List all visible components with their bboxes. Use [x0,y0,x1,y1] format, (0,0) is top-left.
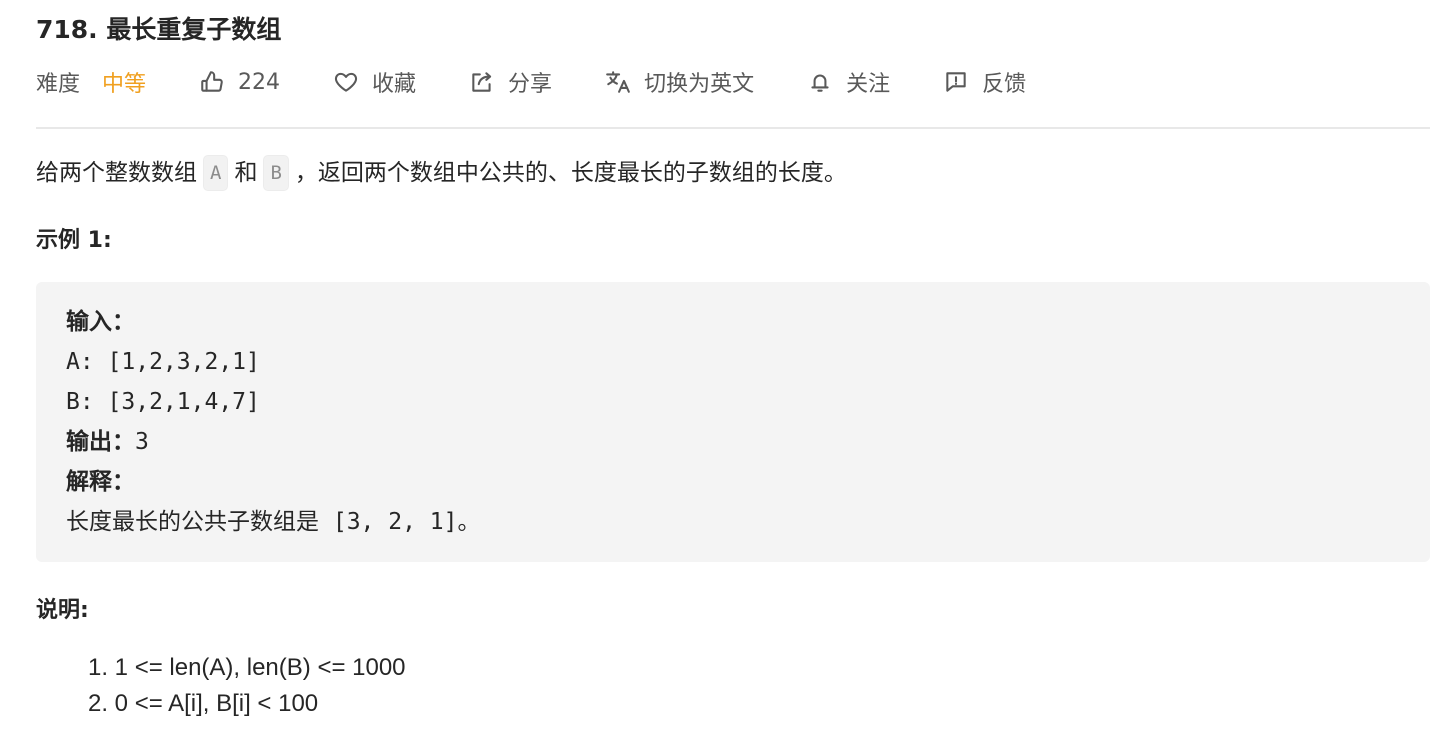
example-line-b: B: [3,2,1,4,7] [66,389,260,415]
feedback-icon [942,68,970,96]
header-divider [36,127,1430,129]
example-explain-text: 长度最长的公共子数组是 [3, 2, 1]。 [66,509,481,535]
difficulty-value: 中等 [102,72,147,97]
notes-heading: 说明: [36,598,89,623]
follow-label: 关注 [846,72,891,97]
inline-code-b: B [263,154,289,191]
problem-title: 718. 最长重复子数组 [36,15,282,44]
description-suffix: ，返回两个数组中公共的、长度最长的子数组的长度。 [294,160,847,186]
example-output-line: 输出：3 [66,422,480,462]
example-output-label: 输出： [66,429,135,455]
share-label: 分享 [508,72,553,97]
example-block: 输入： A: [1,2,3,2,1] B: [3,2,1,4,7] 输出：3 解释： 长度… [36,282,1430,562]
example-explain-label: 解释： [66,469,135,495]
feedback-label: 反馈 [982,72,1027,97]
favorite-button[interactable]: 收藏 [332,66,416,98]
example-input-line: 输入： [66,302,480,342]
follow-button[interactable]: 关注 [806,66,890,98]
description-conj: 和 [234,160,258,186]
example-input-label: 输入： [66,309,135,335]
like-button[interactable]: 224 [198,68,280,96]
example-heading: 示例 1: [36,228,112,253]
translate-icon [604,68,632,96]
thumbs-up-icon [198,68,226,96]
example-output-value: 3 [135,429,149,455]
share-icon [468,68,496,96]
example-lines: 输入： A: [1,2,3,2,1] B: [3,2,1,4,7] 输出：3 解释： 长度… [66,302,480,542]
example-line-a: A: [1,2,3,2,1] [66,349,260,375]
description-prefix: 给两个整数数组 [36,160,197,186]
notes-list: 1. 1 <= len(A), len(B) <= 1000 2. 0 <= A… [88,650,406,722]
example-explain-line: 解释： [66,462,480,502]
switch-language-button[interactable]: 切换为英文 [604,66,754,98]
difficulty-label: 难度 [36,72,81,97]
switch-language-label: 切换为英文 [644,72,755,97]
bell-icon [806,68,834,96]
favorite-label: 收藏 [372,72,417,97]
heart-icon [332,68,360,96]
problem-description: 给两个整数数组 A 和 B ，返回两个数组中公共的、长度最长的子数组的长度。 [36,153,847,193]
share-button[interactable]: 分享 [468,66,552,98]
feedback-button[interactable]: 反馈 [942,66,1026,98]
list-item: 1. 1 <= len(A), len(B) <= 1000 [88,654,406,681]
like-count: 224 [238,69,281,95]
inline-code-a: A [203,154,229,191]
problem-meta-bar: 难度 中等 224 收藏 分享 切换为英文 关注 反馈 [36,62,1026,102]
list-item: 2. 0 <= A[i], B[i] < 100 [88,690,319,717]
